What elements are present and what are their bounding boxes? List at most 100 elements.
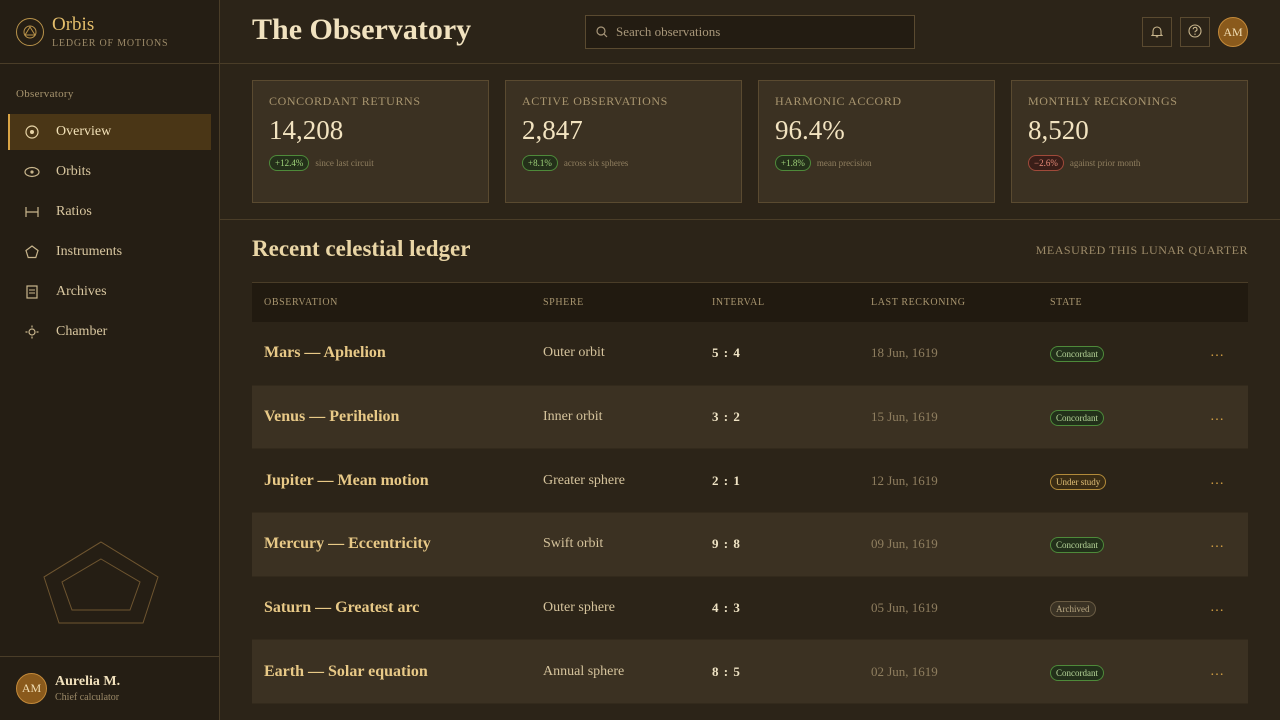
interval-cell: 9 : 8	[712, 536, 741, 552]
search-box[interactable]	[585, 15, 915, 49]
orbis-logo-icon	[16, 17, 44, 46]
more-options-icon[interactable]: …	[1210, 345, 1225, 361]
notifications-button[interactable]	[1142, 17, 1172, 47]
column-header-last-reckoning[interactable]: LAST RECKONING	[871, 297, 966, 308]
status-badge: Under study	[1050, 473, 1107, 490]
interval-cell: 5 : 4	[712, 345, 741, 361]
brand[interactable]: Orbis LEDGER OF MOTIONS	[0, 0, 219, 64]
stat-card-active-observations[interactable]: ACTIVE OBSERVATIONS 2,847 +8.1% across s…	[505, 80, 742, 203]
help-button[interactable]	[1180, 17, 1210, 47]
sidebar-item-label: Chamber	[56, 324, 108, 339]
interval-cell: 8 : 5	[712, 663, 741, 679]
eye-orbit-icon	[24, 164, 40, 180]
more-options-icon[interactable]: …	[1210, 664, 1225, 680]
sidebar-item-archives[interactable]: Archives	[8, 274, 211, 310]
sphere-cell: Greater sphere	[543, 472, 626, 488]
stat-value: 96.4%	[775, 115, 845, 145]
bell-icon	[1150, 23, 1164, 42]
stat-value: 14,208	[269, 115, 344, 145]
section-divider	[220, 219, 1280, 220]
stat-label: HARMONIC ACCORD	[775, 94, 902, 108]
sidebar-item-label: Archives	[56, 284, 107, 299]
column-header-state[interactable]: STATE	[1050, 297, 1082, 308]
interval-cell: 4 : 3	[712, 600, 741, 616]
sidebar-item-label: Overview	[56, 124, 112, 139]
stat-note: across six spheres	[563, 158, 629, 168]
status-badge: Concordant	[1050, 537, 1104, 554]
sidebar-item-chamber[interactable]: Chamber	[8, 314, 211, 350]
sun-icon	[24, 324, 40, 340]
stats-row: CONCORDANT RETURNS 14,208 +12.4% since l…	[252, 80, 1248, 203]
stat-change-badge: +1.8%	[775, 155, 811, 171]
date-cell: 18 Jun, 1619	[871, 345, 938, 361]
stat-label: ACTIVE OBSERVATIONS	[522, 94, 668, 108]
observation-name[interactable]: Mars — Aphelion	[264, 344, 386, 362]
sidebar-nav: Overview Orbits Ratios Instruments Archi…	[8, 114, 211, 354]
observation-name[interactable]: Saturn — Greatest arc	[264, 599, 419, 617]
status-badge: Concordant	[1050, 664, 1104, 681]
user-name: Aurelia M.	[55, 674, 121, 689]
more-options-icon[interactable]: …	[1210, 600, 1225, 616]
ledger-caption: MEASURED THIS LUNAR QUARTER	[1035, 243, 1248, 257]
stat-value: 2,847	[522, 115, 583, 145]
stat-note: mean precision	[816, 158, 872, 168]
header-avatar[interactable]: AM	[1218, 17, 1248, 47]
date-cell: 09 Jun, 1619	[871, 536, 938, 552]
document-icon	[24, 284, 40, 300]
table-row[interactable]: Earth — Solar equation Annual sphere 8 :…	[252, 640, 1248, 705]
nav-section-label: Observatory	[16, 88, 74, 100]
stat-change-badge: −2.6%	[1028, 155, 1064, 171]
table-row[interactable]: Saturn — Greatest arc Outer sphere 4 : 3…	[252, 577, 1248, 641]
column-header-sphere[interactable]: SPHERE	[543, 297, 584, 308]
user-profile[interactable]: AM Aurelia M. Chief calculator	[0, 656, 219, 720]
table-row[interactable]: Mercury — Eccentricity Swift orbit 9 : 8…	[252, 513, 1248, 577]
interval-cell: 3 : 2	[712, 409, 741, 425]
table-row[interactable]: Jupiter — Mean motion Greater sphere 2 :…	[252, 449, 1248, 514]
sidebar-item-label: Orbits	[56, 164, 91, 179]
user-role: Chief calculator	[55, 692, 120, 703]
date-cell: 15 Jun, 1619	[871, 409, 938, 425]
stat-card-concordant-returns[interactable]: CONCORDANT RETURNS 14,208 +12.4% since l…	[252, 80, 489, 203]
table-row[interactable]: Mars — Aphelion Outer orbit 5 : 4 18 Jun…	[252, 322, 1248, 386]
sidebar-item-overview[interactable]: Overview	[8, 114, 211, 150]
stat-note: since last circuit	[315, 158, 374, 168]
stat-note: against prior month	[1069, 158, 1141, 168]
stat-card-harmonic-accord[interactable]: HARMONIC ACCORD 96.4% +1.8% mean precisi…	[758, 80, 995, 203]
more-options-icon[interactable]: …	[1210, 473, 1225, 489]
date-cell: 02 Jun, 1619	[871, 663, 938, 679]
more-options-icon[interactable]: …	[1210, 409, 1225, 425]
avatar: AM	[16, 673, 47, 704]
brand-subtitle: LEDGER OF MOTIONS	[52, 37, 169, 49]
stat-card-monthly-reckonings[interactable]: MONTHLY RECKONINGS 8,520 −2.6% against p…	[1011, 80, 1248, 203]
sidebar-item-ratios[interactable]: Ratios	[8, 194, 211, 230]
pentagon-icon	[24, 244, 40, 260]
ledger-title: Recent celestial ledger	[252, 236, 471, 261]
top-header: The Observatory AM	[220, 0, 1280, 64]
target-icon	[24, 124, 40, 140]
brand-name: Orbis	[52, 13, 95, 35]
search-icon	[596, 23, 608, 42]
observation-name[interactable]: Mercury — Eccentricity	[264, 535, 431, 553]
date-cell: 12 Jun, 1619	[871, 472, 938, 488]
sidebar: Orbis LEDGER OF MOTIONS Observatory Over…	[0, 0, 220, 720]
column-header-observation[interactable]: OBSERVATION	[264, 297, 338, 308]
stat-change-badge: +8.1%	[522, 155, 558, 171]
interval-cell: 2 : 1	[712, 472, 741, 488]
status-badge: Concordant	[1050, 410, 1104, 427]
help-circle-icon	[1188, 23, 1202, 42]
column-header-interval[interactable]: INTERVAL	[712, 297, 765, 308]
search-input[interactable]	[616, 24, 896, 40]
observation-name[interactable]: Earth — Solar equation	[264, 663, 428, 681]
sphere-cell: Outer orbit	[543, 345, 605, 361]
stat-label: MONTHLY RECKONINGS	[1028, 94, 1178, 108]
observation-name[interactable]: Venus — Perihelion	[264, 408, 399, 426]
more-options-icon[interactable]: …	[1210, 536, 1225, 552]
sidebar-item-label: Ratios	[56, 204, 92, 219]
sphere-cell: Outer sphere	[543, 600, 615, 616]
sidebar-item-instruments[interactable]: Instruments	[8, 234, 211, 270]
sidebar-item-orbits[interactable]: Orbits	[8, 154, 211, 190]
observation-name[interactable]: Jupiter — Mean motion	[264, 472, 429, 490]
table-row[interactable]: Venus — Perihelion Inner orbit 3 : 2 15 …	[252, 385, 1248, 450]
stat-value: 8,520	[1028, 115, 1089, 145]
sphere-cell: Inner orbit	[543, 409, 603, 425]
